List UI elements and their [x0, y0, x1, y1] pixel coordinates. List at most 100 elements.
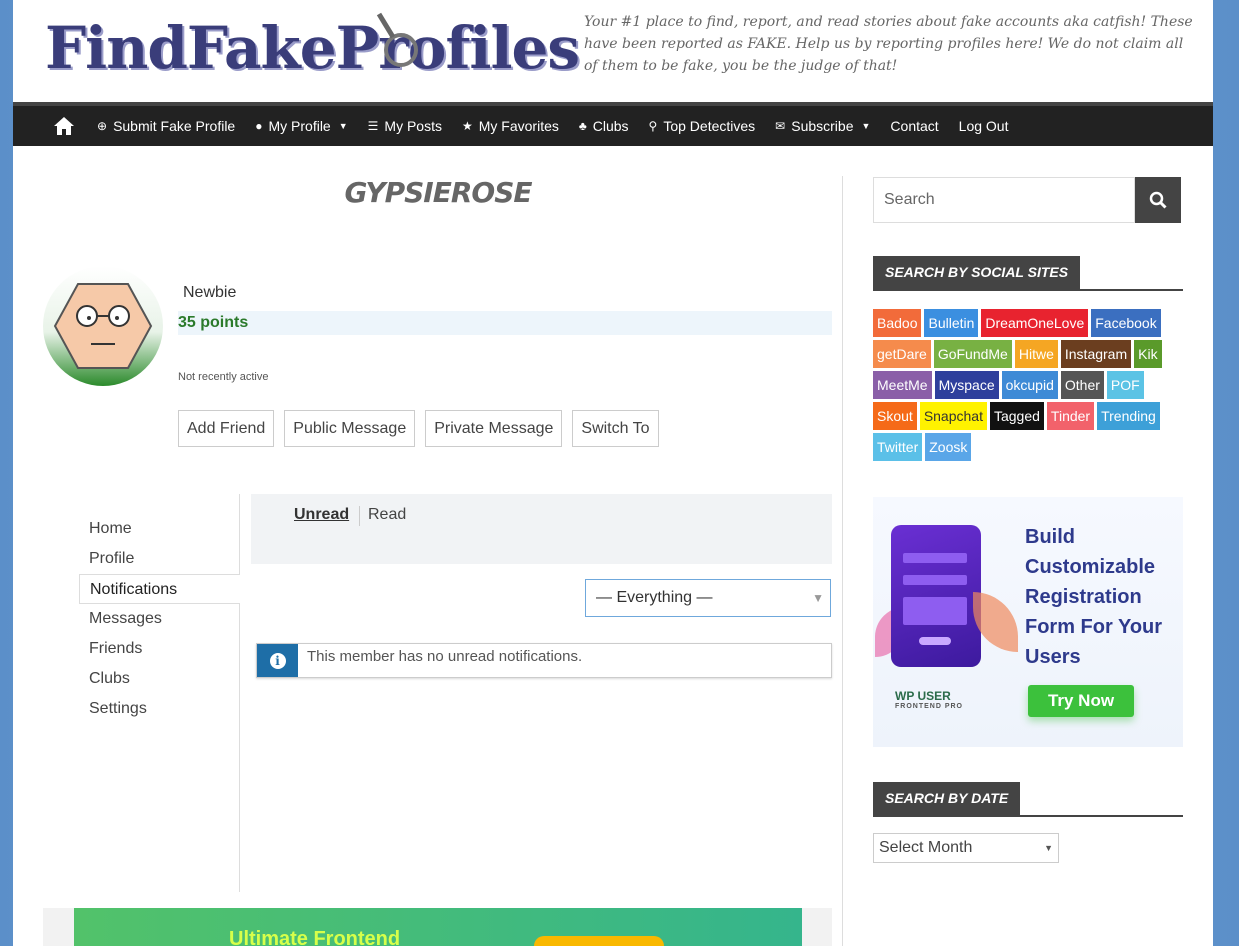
sidebar-search: Search — [873, 177, 1181, 223]
bottom-ad-banner[interactable]: Ultimate Frontend — [43, 908, 832, 946]
date-heading: Search by Date — [873, 782, 1183, 817]
social-tag-bulletin[interactable]: Bulletin — [924, 309, 979, 337]
social-tag-zoosk[interactable]: Zoosk — [925, 433, 972, 461]
ad-brand-logo: WP USER FRONTEND PRO — [895, 689, 963, 710]
social-tag-hitwe[interactable]: Hitwe — [1014, 340, 1058, 368]
last-activity: Not recently active — [178, 371, 269, 383]
site-logo[interactable]: FindFakeProfiles — [45, 8, 580, 88]
try-now-button[interactable]: Try Now — [1028, 685, 1134, 717]
social-tag-okcupid[interactable]: okcupid — [1001, 371, 1058, 399]
site-header: FindFakeProfiles Your #1 place to find, … — [13, 0, 1213, 102]
filter-value: — Everything — — [596, 589, 713, 606]
ad-brand-name: WP USER — [895, 689, 951, 703]
tab-read[interactable]: Read — [368, 506, 406, 524]
subnav-item-settings[interactable]: Settings — [79, 694, 239, 724]
profile-actions: Add Friend Public Message Private Messag… — [178, 410, 669, 447]
caret-down-icon: ▼ — [338, 121, 348, 131]
subnav-item-clubs[interactable]: Clubs — [79, 664, 239, 694]
private-message-button[interactable]: Private Message — [425, 410, 563, 447]
caret-down-icon: ▼ — [861, 121, 871, 131]
social-tag-snapchat[interactable]: Snapchat — [919, 402, 987, 430]
nav-item-submit-fake-profile[interactable]: ⊕ Submit Fake Profile — [97, 118, 235, 134]
ad-form-button — [919, 637, 951, 645]
nav-home[interactable] — [53, 116, 75, 136]
column-divider — [842, 176, 843, 946]
social-tag-skout[interactable]: Skout — [873, 402, 917, 430]
avatar-face-icon — [53, 283, 153, 369]
month-select[interactable]: Select Month ▼ — [873, 833, 1059, 863]
nav-item-label: Top Detectives — [663, 118, 756, 134]
nav-item-label: Submit Fake Profile — [113, 118, 236, 134]
subnav-item-messages[interactable]: Messages — [79, 604, 239, 634]
list-icon: ☰ — [367, 119, 379, 133]
social-tag-badoo[interactable]: Badoo — [873, 309, 922, 337]
info-icon: i — [269, 652, 286, 669]
social-tag-other[interactable]: Other — [1060, 371, 1104, 399]
ad-form-line — [903, 575, 967, 585]
tab-unread[interactable]: Unread — [294, 506, 349, 524]
notification-filter-select[interactable]: — Everything — ▼ — [585, 579, 831, 617]
info-icon-box: i — [257, 644, 298, 677]
search-icon: ⚲ — [648, 119, 658, 133]
member-rank: Newbie — [183, 284, 237, 301]
notification-tabs: Unread Read — [251, 494, 832, 564]
sidebar-ad[interactable]: Build Customizable Registration Form For… — [873, 497, 1183, 747]
date-title: Search by Date — [873, 782, 1021, 815]
social-tag-pof[interactable]: POF — [1106, 371, 1144, 399]
bottom-ad-image: Ultimate Frontend — [74, 908, 802, 946]
social-tag-getdare[interactable]: getDare — [873, 340, 931, 368]
star-icon: ★ — [461, 119, 473, 133]
add-friend-button[interactable]: Add Friend — [178, 410, 275, 447]
subnav-item-profile[interactable]: Profile — [79, 544, 239, 574]
social-tag-twitter[interactable]: Twitter — [873, 433, 923, 461]
ad-headline: Build Customizable Registration Form For… — [1025, 526, 1163, 668]
nav-item-label: Contact — [890, 118, 939, 134]
bottom-ad-text: Ultimate Frontend — [229, 928, 401, 946]
social-tag-dreamonelove[interactable]: DreamOneLove — [981, 309, 1089, 337]
ad-form-line — [903, 597, 967, 625]
points-value: 35 points — [178, 314, 249, 331]
public-message-button[interactable]: Public Message — [284, 410, 416, 447]
social-tag-tagged[interactable]: Tagged — [989, 402, 1044, 430]
social-tag-trending[interactable]: Trending — [1097, 402, 1160, 430]
social-tag-meetme[interactable]: MeetMe — [873, 371, 932, 399]
nav-item-subscribe[interactable]: ✉ Subscribe ▼ — [775, 118, 870, 134]
group-icon: ♣ — [578, 119, 587, 133]
nav-item-label: Log Out — [958, 118, 1009, 134]
dropdown-arrow-icon: ▼ — [1044, 843, 1053, 853]
dropdown-arrow-icon: ▼ — [812, 591, 824, 605]
social-tag-facebook[interactable]: Facebook — [1091, 309, 1161, 337]
search-input[interactable]: Search — [873, 177, 1135, 223]
nav-item-top-detectives[interactable]: ⚲ Top Detectives — [649, 118, 756, 134]
magnifier-icon — [376, 12, 418, 67]
nav-item-contact[interactable]: Contact — [890, 118, 938, 134]
nav-item-my-favorites[interactable]: ★ My Favorites — [462, 118, 559, 134]
nav-item-clubs[interactable]: ♣ Clubs — [579, 118, 629, 134]
logo-text: FindFakeProfiles — [45, 14, 580, 82]
social-sites-heading: Search by Social Sites — [873, 256, 1183, 291]
subnav-item-notifications[interactable]: Notifications — [79, 574, 240, 604]
nav-item-my-posts[interactable]: ☰ My Posts — [368, 118, 442, 134]
subnav-item-friends[interactable]: Friends — [79, 634, 239, 664]
social-tag-gofundme[interactable]: GoFundMe — [933, 340, 1012, 368]
nav-item-label: My Profile — [268, 118, 331, 134]
social-tag-cloud: Badoo Bulletin DreamOneLove Facebook getDare… — [873, 309, 1185, 464]
search-button[interactable] — [1135, 177, 1181, 223]
nav-item-log-out[interactable]: Log Out — [959, 118, 1009, 134]
social-tag-kik[interactable]: Kik — [1134, 340, 1162, 368]
social-tag-myspace[interactable]: Myspace — [934, 371, 999, 399]
user-icon: ● — [255, 119, 263, 133]
bottom-ad-button[interactable] — [534, 936, 664, 946]
nav-item-my-profile[interactable]: ● My Profile ▼ — [255, 118, 347, 134]
ad-phone-illustration — [891, 525, 981, 667]
switch-to-button[interactable]: Switch To — [572, 410, 659, 447]
points-bar: 35 points — [178, 311, 832, 335]
month-select-value: Select Month — [879, 839, 973, 856]
social-tag-tinder[interactable]: Tinder — [1046, 402, 1095, 430]
tab-separator — [359, 506, 360, 526]
nav-item-label: Clubs — [592, 118, 629, 134]
social-tag-instagram[interactable]: Instagram — [1060, 340, 1132, 368]
subnav-item-home[interactable]: Home — [79, 514, 239, 544]
main-nav: ⊕ Submit Fake Profile ● My Profile ▼ ☰ My Post… — [13, 102, 1213, 146]
ad-form-line — [903, 553, 967, 563]
